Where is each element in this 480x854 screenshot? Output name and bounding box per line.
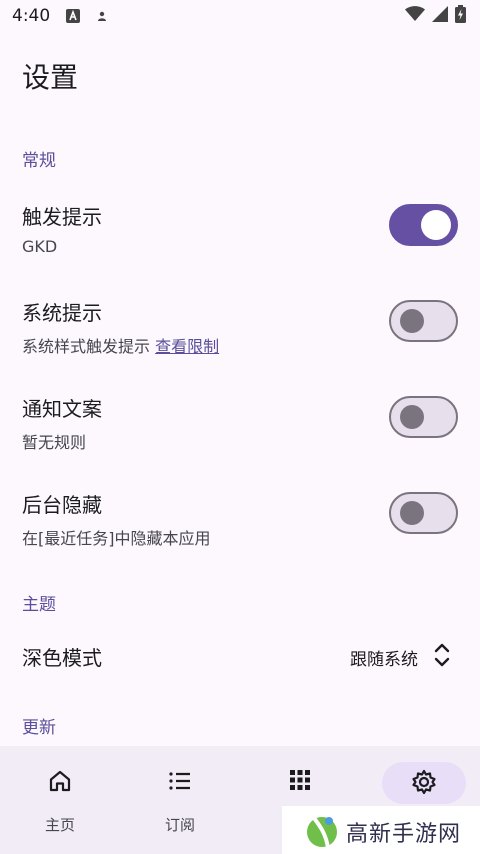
setting-trigger-tip[interactable]: 触发提示 GKD: [0, 201, 480, 291]
setting-title: 触发提示: [22, 205, 102, 229]
nav-item-home[interactable]: 主页: [0, 746, 120, 854]
status-bar: 4:40: [0, 0, 480, 32]
setting-title: 后台隐藏: [22, 493, 102, 517]
signal-icon: [432, 6, 448, 26]
page-title: 设置: [22, 61, 79, 94]
toggle-knob: [400, 405, 424, 429]
dark-mode-title: 深色模式: [22, 646, 102, 670]
apps-grid-icon: [288, 768, 312, 796]
trigger-tip-toggle[interactable]: [389, 204, 458, 246]
setting-subtitle: 暂无规则: [22, 433, 87, 452]
section-header-general: 常规: [22, 151, 56, 171]
nav-item-subscriptions[interactable]: 订阅: [120, 746, 240, 854]
setting-subtitle: 系统样式触发提示: [22, 337, 151, 356]
section-header-theme: 主题: [22, 595, 56, 615]
status-time: 4:40: [12, 6, 51, 26]
setting-subtitle: GKD: [22, 237, 58, 256]
setting-subtitle: 在[最近任务]中隐藏本应用: [22, 529, 211, 548]
section-header-update: 更新: [22, 718, 56, 738]
setting-notification-text[interactable]: 通知文案 暂无规则: [0, 393, 480, 483]
unfold-chevron-icon[interactable]: [432, 640, 452, 674]
toggle-knob: [421, 210, 451, 240]
gear-icon: [410, 768, 438, 800]
toggle-knob: [400, 501, 424, 525]
battery-charging-icon: [455, 5, 466, 27]
watermark-text: 高新手游网: [346, 822, 462, 847]
person-icon: [96, 10, 108, 22]
watermark: 高新手游网: [282, 806, 480, 854]
system-tip-toggle[interactable]: [389, 300, 458, 342]
view-limits-link[interactable]: 查看限制: [155, 337, 219, 356]
setting-background-hide[interactable]: 后台隐藏 在[最近任务]中隐藏本应用: [0, 489, 480, 579]
watermark-logo-icon: [302, 808, 342, 854]
list-icon: [167, 768, 193, 798]
setting-system-tip[interactable]: 系统提示 系统样式触发提示 查看限制: [0, 297, 480, 387]
notification-text-toggle[interactable]: [389, 396, 458, 438]
toggle-knob: [400, 309, 424, 333]
setting-title: 系统提示: [22, 301, 102, 325]
setting-title: 通知文案: [22, 397, 102, 421]
wifi-icon: [405, 6, 425, 26]
home-icon: [47, 768, 73, 798]
nav-label-home: 主页: [44, 816, 75, 834]
setting-subtitle-wrap: 系统样式触发提示 查看限制: [22, 333, 219, 357]
dark-mode-value[interactable]: 跟随系统: [350, 645, 418, 670]
font-a-icon: [66, 9, 81, 23]
nav-label-subscriptions: 订阅: [164, 816, 195, 834]
setting-dark-mode[interactable]: 深色模式 跟随系统: [0, 634, 480, 678]
background-hide-toggle[interactable]: [389, 492, 458, 534]
